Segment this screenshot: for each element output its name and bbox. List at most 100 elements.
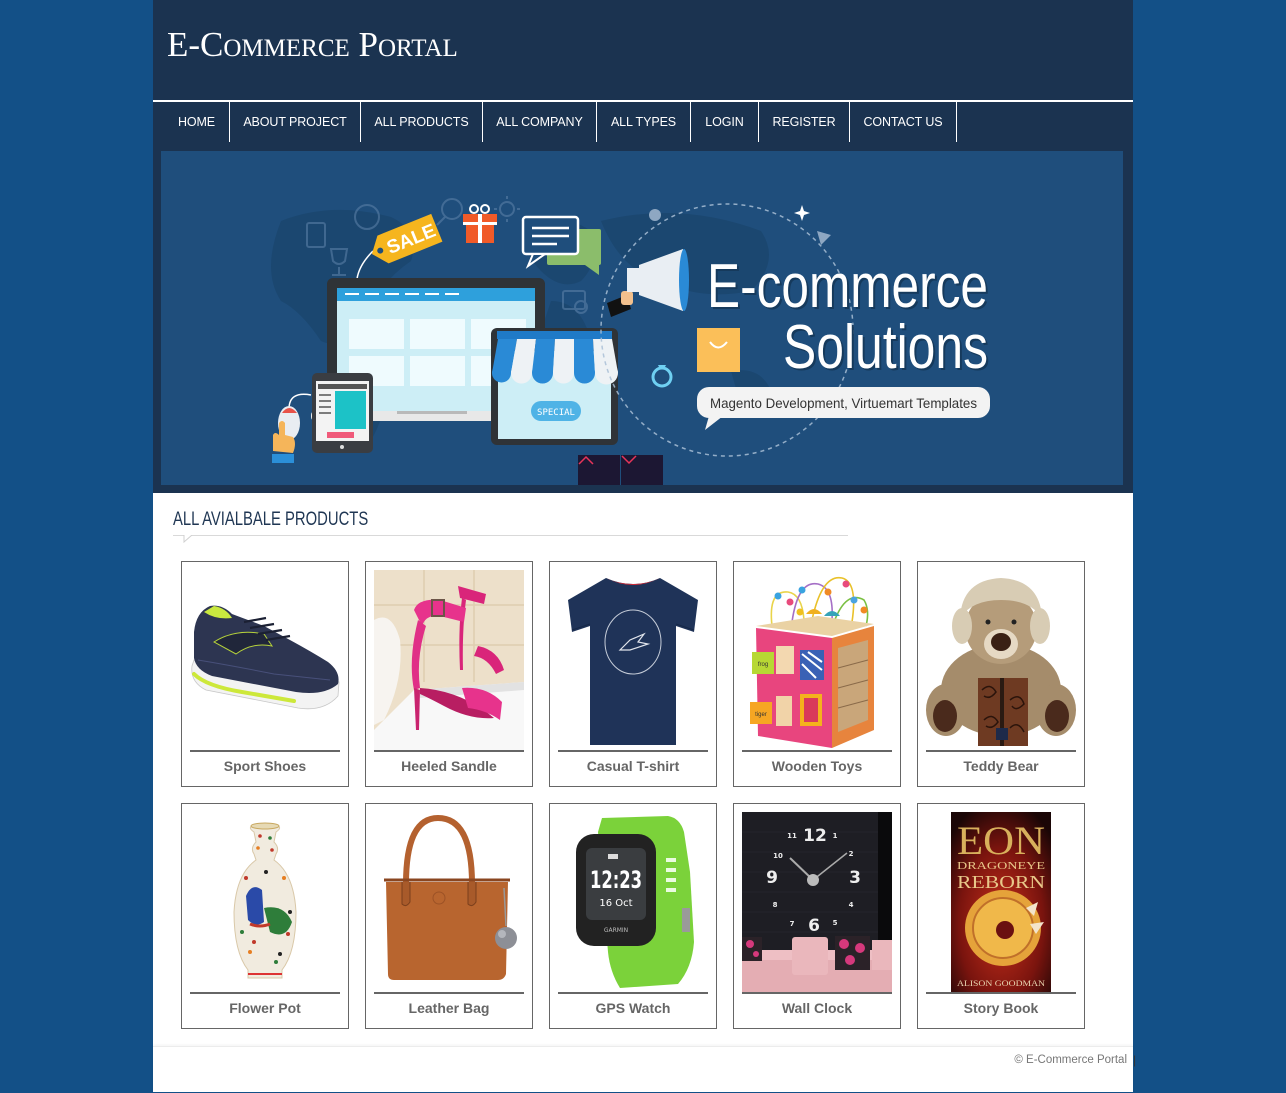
product-image-heeled-sandle[interactable]	[374, 570, 524, 750]
gift-icon	[463, 204, 497, 243]
clock-numeral: 8	[773, 901, 778, 909]
product-card-sport-shoes[interactable]: Sport Shoes	[181, 561, 349, 787]
clock-numeral: 11	[787, 832, 797, 840]
product-card-wooden-toys[interactable]: frog tiger Wooden Toys	[733, 561, 901, 787]
card-divider	[190, 750, 340, 752]
product-name[interactable]: Casual T-shirt	[550, 756, 716, 776]
card-divider	[190, 992, 340, 994]
product-name[interactable]: Teddy Bear	[918, 756, 1084, 776]
watch-date-text: 16 Oct	[599, 898, 632, 909]
card-divider	[558, 750, 708, 752]
storefront-tablet-illustration: SPECIAL	[491, 328, 618, 445]
tagline-pill: Magento Development, Virtuemart Template…	[697, 387, 990, 430]
chevron-down-icon	[621, 455, 637, 465]
watch-brand-text: GARMIN	[604, 927, 628, 934]
heading-notch	[183, 535, 193, 543]
banner-tagline: Magento Development, Virtuemart Template…	[710, 395, 977, 411]
nav-and-banner-area: HOME ABOUT PROJECT ALL PRODUCTS ALL COMP…	[153, 102, 1133, 493]
toy-label-text: frog	[758, 662, 768, 668]
site-header: E-Commerce Portal	[153, 0, 1133, 100]
clock-numeral: 6	[808, 916, 820, 936]
nav-all-types[interactable]: ALL TYPES	[597, 102, 691, 142]
product-card-casual-tshirt[interactable]: Casual T-shirt	[549, 561, 717, 787]
copyright-text: © E-Commerce Portal	[1014, 1054, 1127, 1066]
book-subtitle-text: REBORN	[957, 872, 1045, 892]
product-name[interactable]: Story Book	[918, 998, 1084, 1018]
mouse-hand-illustration	[272, 393, 312, 463]
product-name[interactable]: Sport Shoes	[182, 756, 348, 776]
product-card-teddy-bear[interactable]: Teddy Bear	[917, 561, 1085, 787]
main-nav: HOME ABOUT PROJECT ALL PRODUCTS ALL COMP…	[164, 102, 957, 142]
nav-all-products[interactable]: ALL PRODUCTS	[361, 102, 483, 142]
nav-home[interactable]: HOME	[164, 102, 230, 142]
slider-prev-button[interactable]	[578, 455, 620, 485]
chevron-up-icon	[578, 455, 594, 465]
shopping-bag-icon	[697, 328, 740, 372]
nav-about-project[interactable]: ABOUT PROJECT	[230, 102, 361, 142]
product-name[interactable]: Flower Pot	[182, 998, 348, 1018]
product-card-heeled-sandle[interactable]: Heeled Sandle	[365, 561, 533, 787]
product-name[interactable]: Leather Bag	[366, 998, 532, 1018]
product-image-wooden-toys[interactable]: frog tiger	[742, 570, 892, 750]
section-heading: ALL AVIALBALE PRODUCTS	[173, 509, 369, 530]
card-divider	[926, 992, 1076, 994]
clock-numeral: 7	[790, 920, 795, 928]
ring-icon	[651, 365, 673, 388]
banner-illustration: SALE SPECIAL E-commerce E-commerce Solut…	[271, 196, 990, 463]
nav-register[interactable]: REGISTER	[759, 102, 850, 142]
clock-numeral: 1	[833, 832, 838, 840]
tablet-illustration	[312, 373, 373, 453]
nav-login[interactable]: LOGIN	[691, 102, 759, 142]
product-card-wall-clock[interactable]: 12 1 2 3 4 5 6 7 8 9 10 11 Wall Clock	[733, 803, 901, 1029]
card-divider	[742, 750, 892, 752]
orbit-triangle-icon	[817, 231, 831, 245]
product-card-flower-pot[interactable]: Flower Pot	[181, 803, 349, 1029]
clock-numeral: 10	[773, 852, 783, 860]
page-container: E-Commerce Portal HOME ABOUT PROJECT ALL…	[153, 0, 1137, 1093]
book-author-text: ALISON GOODMAN	[957, 979, 1045, 988]
clock-numeral: 9	[766, 868, 778, 888]
book-title-text: EON	[957, 818, 1045, 863]
hero-slider: SALE SPECIAL E-commerce E-commerce Solut…	[161, 151, 1123, 485]
product-name[interactable]: GPS Watch	[550, 998, 716, 1018]
orbit-dot-icon	[649, 209, 661, 221]
clock-numeral: 5	[833, 919, 838, 927]
card-divider	[926, 750, 1076, 752]
product-name[interactable]: Heeled Sandle	[366, 756, 532, 776]
watch-time-text: 12:23	[590, 866, 642, 894]
sparkle-icon	[794, 205, 810, 221]
product-image-teddy-bear[interactable]	[926, 570, 1076, 750]
product-name[interactable]: Wall Clock	[734, 998, 900, 1018]
nav-all-company[interactable]: ALL COMPANY	[483, 102, 597, 142]
product-image-leather-bag[interactable]	[374, 812, 524, 992]
toy-label-text: tiger	[755, 712, 767, 718]
banner-headline-line2: Solutions	[783, 313, 988, 382]
card-divider	[374, 992, 524, 994]
card-divider	[742, 992, 892, 994]
clock-numeral: 4	[849, 901, 854, 909]
clock-numeral: 3	[849, 868, 861, 888]
special-badge-text: SPECIAL	[537, 408, 575, 418]
heading-underline	[173, 535, 848, 536]
product-image-sport-shoes[interactable]	[190, 570, 340, 750]
card-divider	[374, 750, 524, 752]
book-subtitle-text: DRAGONEYE	[957, 860, 1045, 872]
product-image-casual-tshirt[interactable]	[558, 570, 708, 750]
card-divider	[558, 992, 708, 994]
slider-next-button[interactable]	[621, 455, 663, 485]
banner-headline-line1: E-commerce	[707, 252, 988, 321]
product-image-flower-pot[interactable]	[190, 812, 340, 992]
footer-separator: |	[1133, 1053, 1137, 1067]
product-image-gps-watch[interactable]: 12:23 16 Oct GARMIN	[558, 812, 708, 992]
site-title[interactable]: E-Commerce Portal	[167, 25, 458, 65]
nav-contact-us[interactable]: CONTACT US	[850, 102, 957, 142]
product-name[interactable]: Wooden Toys	[734, 756, 900, 776]
product-image-wall-clock[interactable]: 12 1 2 3 4 5 6 7 8 9 10 11	[742, 812, 892, 992]
product-image-story-book[interactable]: EON DRAGONEYE REBORN ALISON GOODMAN	[926, 812, 1076, 992]
product-card-story-book[interactable]: EON DRAGONEYE REBORN ALISON GOODMAN Stor…	[917, 803, 1085, 1029]
site-footer: © E-Commerce Portal |	[153, 1046, 1137, 1093]
clock-numeral: 2	[849, 850, 854, 858]
clock-numeral: 12	[803, 826, 827, 846]
product-card-leather-bag[interactable]: Leather Bag	[365, 803, 533, 1029]
product-card-gps-watch[interactable]: 12:23 16 Oct GARMIN GPS Watch	[549, 803, 717, 1029]
